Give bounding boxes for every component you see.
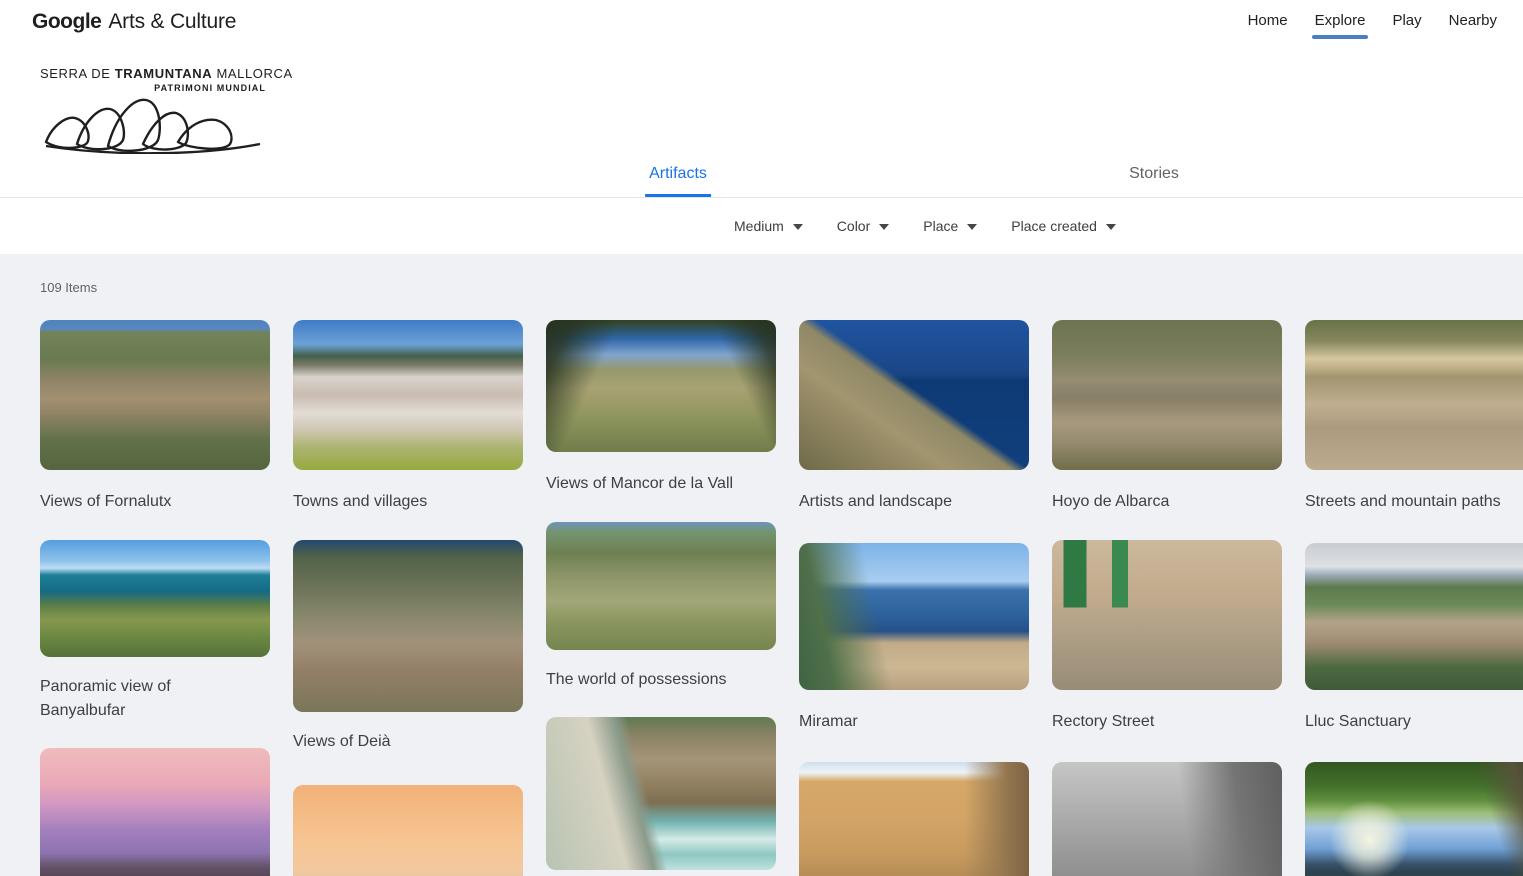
- partner-subtitle: PATRIMONI MUNDIAL: [40, 83, 266, 93]
- artifact-image-orange-sunset[interactable]: [293, 785, 523, 876]
- results-area: 109 Items Views of Fornalutx Panoramic v…: [0, 254, 1523, 876]
- artifact-image-the-world-of-possessions[interactable]: [546, 522, 776, 650]
- filter-bar: Medium Color Place Place created: [0, 198, 1523, 254]
- filter-color[interactable]: Color: [837, 218, 889, 234]
- artifact-title[interactable]: The world of possessions: [546, 668, 776, 692]
- artifact-image-ochre-street[interactable]: [799, 762, 1029, 876]
- mountains-outline-icon: [40, 94, 266, 154]
- filter-medium-label: Medium: [734, 218, 784, 234]
- tab-stories[interactable]: Stories: [1125, 165, 1183, 197]
- caret-down-icon: [967, 224, 977, 230]
- artifact-image-panoramic-view-of-banyalbufar[interactable]: [40, 540, 270, 657]
- tab-artifacts[interactable]: Artifacts: [645, 165, 711, 197]
- artifact-title[interactable]: Panoramic view of Banyalbufar: [40, 675, 270, 723]
- artifact-title[interactable]: Towns and villages: [293, 490, 523, 514]
- artifact-title[interactable]: Views of Mancor de la Vall: [546, 472, 776, 496]
- artifact-image-bw-stone-arch[interactable]: [1052, 762, 1282, 876]
- artifact-image-views-of-deia[interactable]: [293, 540, 523, 712]
- artifact-title[interactable]: Views of Fornalutx: [40, 490, 270, 514]
- results-count: 109 Items: [40, 280, 1523, 296]
- artifact-title[interactable]: Lluc Sanctuary: [1305, 710, 1523, 734]
- filter-color-label: Color: [837, 218, 870, 234]
- artifact-image-lighthouse-cliff[interactable]: [546, 717, 776, 870]
- artifact-image-miramar[interactable]: [799, 543, 1029, 690]
- filter-place-label: Place: [923, 218, 958, 234]
- artifact-title[interactable]: Rectory Street: [1052, 710, 1282, 734]
- artifact-title[interactable]: Views of Deià: [293, 730, 523, 754]
- nav-nearby[interactable]: Nearby: [1449, 12, 1497, 39]
- top-navigation: Home Explore Play Nearby: [1248, 12, 1497, 39]
- artifact-image-lluc-sanctuary[interactable]: [1305, 543, 1523, 690]
- caret-down-icon: [793, 224, 803, 230]
- caret-down-icon: [1106, 224, 1116, 230]
- artifact-image-tree-canopy[interactable]: [1305, 762, 1523, 876]
- filter-group: Medium Color Place Place created: [734, 218, 1116, 234]
- grid-column-1: Views of Fornalutx Panoramic view of Ban…: [40, 320, 270, 876]
- grid-column-5: Hoyo de Albarca Rectory Street: [1052, 320, 1282, 876]
- artifact-image-streets-and-mountain-paths[interactable]: [1305, 320, 1523, 470]
- artifact-image-hoyo-de-albarca[interactable]: [1052, 320, 1282, 470]
- artifact-title[interactable]: Hoyo de Albarca: [1052, 490, 1282, 514]
- artifact-image-views-of-fornalutx[interactable]: [40, 320, 270, 470]
- nav-explore[interactable]: Explore: [1315, 12, 1366, 39]
- artifact-image-rectory-street[interactable]: [1052, 540, 1282, 690]
- partner-title: SERRA DE TRAMUNTANA MALLORCA: [40, 66, 266, 81]
- filter-place-created[interactable]: Place created: [1011, 218, 1116, 234]
- grid-column-3: Views of Mancor de la Vall The world of …: [546, 320, 776, 870]
- artifact-image-towns-and-villages[interactable]: [293, 320, 523, 470]
- google-wordmark: Google: [32, 10, 101, 34]
- artifact-title[interactable]: Artists and landscape: [799, 490, 1029, 514]
- filter-place-created-label: Place created: [1011, 218, 1097, 234]
- grid-column-6: Streets and mountain paths Lluc Sanctuar…: [1305, 320, 1523, 876]
- artifact-title[interactable]: Miramar: [799, 710, 1029, 734]
- artifact-title[interactable]: Streets and mountain paths: [1305, 490, 1523, 514]
- nav-home[interactable]: Home: [1248, 12, 1288, 39]
- artifact-grid: Views of Fornalutx Panoramic view of Ban…: [40, 320, 1523, 876]
- page: Google Arts & Culture Home Explore Play …: [0, 0, 1523, 876]
- serra-de-tramuntana-partner-logo[interactable]: SERRA DE TRAMUNTANA MALLORCA PATRIMONI M…: [40, 66, 266, 154]
- nav-play[interactable]: Play: [1392, 12, 1421, 39]
- artifact-image-artists-and-landscape[interactable]: [799, 320, 1029, 470]
- filter-medium[interactable]: Medium: [734, 218, 803, 234]
- artifact-image-pink-sunset[interactable]: [40, 748, 270, 876]
- arts-culture-wordmark: Arts & Culture: [108, 10, 236, 34]
- artifact-image-views-of-mancor-de-la-vall[interactable]: [546, 320, 776, 452]
- grid-column-4: Artists and landscape Miramar: [799, 320, 1029, 876]
- grid-column-2: Towns and villages Views of Deià: [293, 320, 523, 876]
- header: Google Arts & Culture Home Explore Play …: [0, 0, 1523, 198]
- google-arts-culture-logo[interactable]: Google Arts & Culture: [32, 10, 236, 34]
- caret-down-icon: [879, 224, 889, 230]
- filter-place[interactable]: Place: [923, 218, 977, 234]
